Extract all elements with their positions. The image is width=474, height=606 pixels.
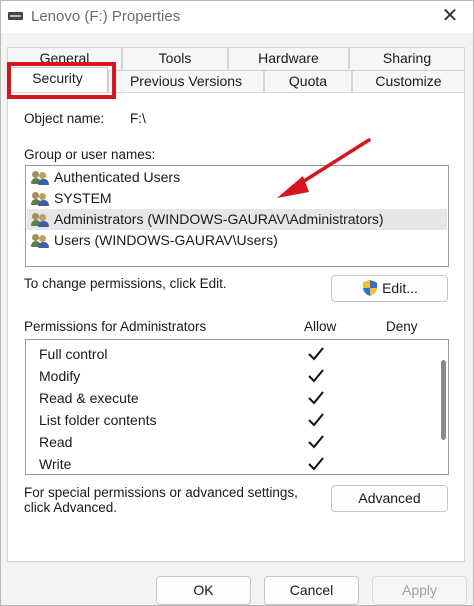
permission-row-modify: Modify (39, 365, 339, 387)
tab-tools[interactable]: Tools (122, 47, 228, 69)
object-name-label: Object name: (24, 111, 105, 126)
special-permissions-text-1: For special permissions or advanced sett… (24, 485, 298, 500)
window-title: Lenovo (F:) Properties (31, 8, 181, 25)
group-names-label: Group or user names: (24, 147, 156, 162)
permission-row-list-folder: List folder contents (39, 409, 339, 431)
tab-customize[interactable]: Customize (352, 70, 465, 92)
group-item-label: Administrators (WINDOWS-GAURAV\Administr… (54, 211, 384, 227)
drive-icon (8, 12, 23, 20)
permission-name: Read (39, 434, 73, 450)
permission-name: Modify (39, 368, 81, 384)
special-permissions-text-2: click Advanced. (24, 500, 118, 515)
tab-security[interactable]: Security (7, 67, 108, 92)
group-user-list[interactable]: Authenticated Users SYSTEM Administrator… (25, 165, 449, 267)
object-name-value: F:\ (130, 111, 146, 126)
allow-header: Allow (304, 319, 337, 334)
permission-row-write: Write (39, 453, 339, 475)
edit-button-label: Edit... (382, 280, 418, 296)
permissions-list[interactable]: Full control Modify Read & execute List … (25, 339, 449, 475)
edit-button[interactable]: Edit... (331, 275, 448, 302)
check-icon (308, 457, 324, 471)
permissions-for-label: Permissions for Administrators (24, 319, 207, 334)
advanced-button[interactable]: Advanced (331, 485, 448, 512)
list-item-administrators[interactable]: Administrators (WINDOWS-GAURAV\Administr… (27, 209, 447, 230)
permission-row-read-execute: Read & execute (39, 387, 339, 409)
permissions-scrollbar[interactable] (441, 360, 446, 440)
users-icon (31, 170, 50, 185)
tab-hardware[interactable]: Hardware (228, 47, 349, 69)
properties-window: Lenovo (F:) Properties ✕ General Tools H… (0, 0, 474, 606)
tab-quota[interactable]: Quota (264, 70, 352, 92)
group-item-label: Users (WINDOWS-GAURAV\Users) (54, 232, 278, 248)
list-item-system[interactable]: SYSTEM (27, 188, 447, 209)
cancel-button[interactable]: Cancel (264, 576, 359, 605)
tab-row-back: General Tools Hardware Sharing (7, 47, 465, 69)
tab-sharing[interactable]: Sharing (349, 47, 465, 69)
change-permissions-text: To change permissions, click Edit. (24, 276, 227, 291)
title-bar: Lenovo (F:) Properties ✕ (1, 1, 473, 33)
ok-button[interactable]: OK (156, 576, 251, 605)
group-item-label: Authenticated Users (54, 169, 181, 185)
permission-name: List folder contents (39, 412, 157, 428)
users-icon (31, 233, 50, 248)
check-icon (308, 369, 324, 383)
users-icon (31, 191, 50, 206)
close-icon: ✕ (441, 5, 459, 27)
permission-name: Full control (39, 346, 108, 362)
check-icon (308, 413, 324, 427)
deny-header: Deny (386, 319, 418, 334)
permission-row-full-control: Full control (39, 343, 339, 365)
permission-name: Read & execute (39, 390, 139, 406)
close-button[interactable]: ✕ (437, 4, 463, 30)
group-item-label: SYSTEM (54, 190, 112, 206)
check-icon (308, 347, 324, 361)
tab-general[interactable]: General (7, 47, 122, 69)
list-item-authenticated-users[interactable]: Authenticated Users (27, 167, 447, 188)
list-item-users[interactable]: Users (WINDOWS-GAURAV\Users) (27, 230, 447, 251)
permission-name: Write (39, 456, 72, 472)
permission-row-read: Read (39, 431, 339, 453)
uac-shield-icon (363, 280, 378, 296)
apply-button[interactable]: Apply (372, 576, 467, 605)
tab-row-front: Security Previous Versions Quota Customi… (7, 67, 465, 92)
check-icon (308, 435, 324, 449)
users-icon (31, 212, 50, 227)
tab-previous-versions[interactable]: Previous Versions (108, 70, 264, 92)
check-icon (308, 391, 324, 405)
security-panel: Object name: F:\ Group or user names: Au… (7, 92, 465, 562)
